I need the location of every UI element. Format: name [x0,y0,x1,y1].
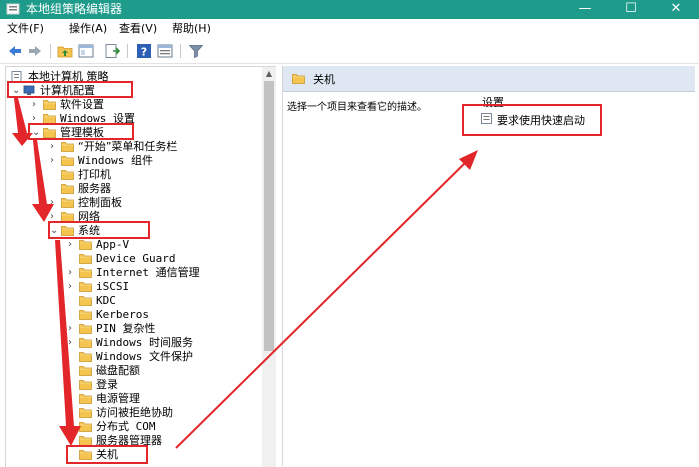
folder-icon [79,239,92,250]
show-hide-tree-icon[interactable] [78,43,94,59]
menu-help[interactable]: 帮助(H) [172,22,211,36]
folder-up-icon[interactable] [57,43,73,59]
toolbar-separator [50,44,51,58]
folder-icon [61,169,74,180]
folder-icon [79,337,92,348]
expand-chevron-icon[interactable]: › [68,336,77,350]
expand-chevron-icon[interactable]: › [68,238,77,252]
folder-icon [61,183,74,194]
folder-icon [79,253,92,264]
scrollbar-thumb[interactable] [264,81,274,351]
annotation-box-admin-templates [28,123,134,140]
annotation-box-setting [462,104,602,136]
folder-icon [79,323,92,334]
folder-icon [79,295,92,306]
folder-icon [79,407,92,418]
scroll-up-arrow-icon[interactable]: ▲ [262,67,276,81]
filter-icon[interactable] [188,43,204,59]
window-title: 本地组策略编辑器 [26,2,123,16]
export-list-icon[interactable] [104,43,120,59]
expand-chevron-icon[interactable]: › [68,266,77,280]
expand-chevron-icon[interactable]: › [50,154,59,168]
folder-icon [79,421,92,432]
annotation-box-system [48,221,150,239]
title-bar: 本地组策略编辑器 — ☐ ✕ [0,0,699,19]
menu-file[interactable]: 文件(F) [7,22,44,36]
annotation-box-shutdown [66,445,148,464]
toolbar: ? [0,39,699,64]
tree-scrollbar[interactable]: ▲ [262,66,276,467]
expand-chevron-icon[interactable]: › [32,98,41,112]
minimize-button[interactable]: — [562,0,608,19]
folder-icon [43,99,56,110]
folder-icon [61,155,74,166]
expand-chevron-icon[interactable]: › [68,322,77,336]
folder-icon [79,267,92,278]
back-arrow-icon[interactable] [7,43,23,59]
expand-chevron-icon[interactable]: › [68,280,77,294]
details-header: 关机 [283,66,695,92]
folder-icon [79,351,92,362]
menu-view[interactable]: 查看(V) [119,22,157,36]
forward-arrow-icon[interactable] [27,43,43,59]
description-hint: 选择一个项目来查看它的描述。 [287,102,427,113]
policy-editor-icon [6,3,20,15]
help-icon[interactable]: ? [136,43,152,59]
folder-icon [79,379,92,390]
properties-icon[interactable] [157,43,173,59]
folder-icon [61,197,74,208]
maximize-button[interactable]: ☐ [608,0,654,19]
expand-chevron-icon[interactable]: › [50,140,59,154]
folder-icon [292,73,305,84]
toolbar-separator [180,44,181,58]
annotation-box-computer-config [7,81,133,98]
expand-chevron-icon[interactable]: › [50,196,59,210]
details-header-title: 关机 [313,73,335,86]
menu-bar: 文件(F) 操作(A) 查看(V) 帮助(H) [0,19,699,39]
folder-icon [79,365,92,376]
svg-text:?: ? [141,46,147,59]
folder-icon [61,141,74,152]
close-button[interactable]: ✕ [653,0,699,19]
toolbar-separator [127,44,128,58]
menu-action[interactable]: 操作(A) [69,22,107,36]
folder-icon [79,309,92,320]
folder-icon [79,281,92,292]
folder-icon [79,393,92,404]
